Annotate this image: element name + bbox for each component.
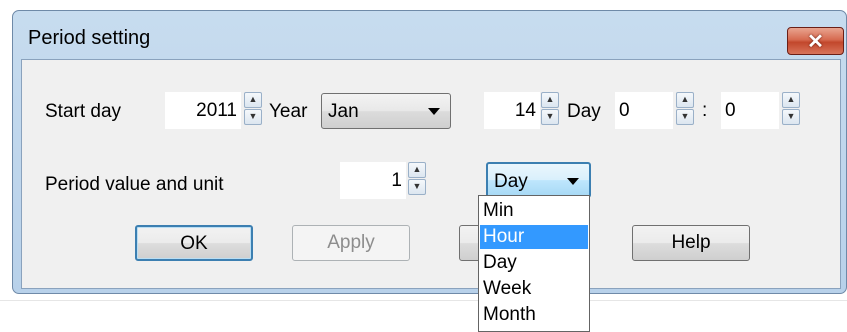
day-value: 14 [514, 100, 536, 121]
year-label: Year [269, 101, 308, 122]
period-value-input[interactable]: 1 [339, 161, 407, 200]
title-bar[interactable]: Period setting ✕ [13, 11, 846, 61]
minute-input[interactable]: 0 [720, 91, 780, 130]
period-spinner[interactable]: ▲ ▼ [408, 162, 428, 196]
period-down-icon[interactable]: ▼ [408, 179, 426, 195]
hour-spinner[interactable]: ▲ ▼ [676, 92, 696, 126]
period-up-icon[interactable]: ▲ [408, 162, 426, 178]
hour-up-icon[interactable]: ▲ [676, 92, 694, 108]
period-setting-dialog: Period setting ✕ Start day 2011 ▲ ▼ Year… [12, 10, 847, 294]
year-down-icon[interactable]: ▼ [244, 109, 262, 125]
day-label: Day [567, 101, 601, 122]
unit-select[interactable]: Day [486, 162, 591, 198]
minute-up-icon[interactable]: ▲ [782, 92, 800, 108]
dropdown-option-month[interactable]: Month [480, 303, 588, 327]
month-select[interactable]: Jan [321, 93, 451, 129]
apply-button[interactable]: Apply [292, 225, 410, 261]
year-value: 2011 [196, 100, 237, 121]
year-up-icon[interactable]: ▲ [244, 92, 262, 108]
chevron-down-icon [567, 178, 579, 185]
time-separator: : [702, 100, 708, 121]
minute-spinner[interactable]: ▲ ▼ [782, 92, 802, 126]
window-title: Period setting [28, 27, 151, 49]
dialog-content: Start day 2011 ▲ ▼ Year Jan 14 ▲ ▼ Day 0… [21, 59, 841, 289]
divider [0, 300, 847, 301]
close-icon: ✕ [807, 31, 824, 53]
chevron-down-icon [428, 108, 440, 115]
month-value: Jan [328, 101, 359, 122]
day-input[interactable]: 14 [483, 91, 541, 130]
start-day-label: Start day [45, 101, 122, 122]
unit-value: Day [494, 171, 528, 192]
day-up-icon[interactable]: ▲ [541, 92, 559, 108]
period-label: Period value and unit [45, 174, 224, 195]
dropdown-option-week[interactable]: Week [480, 277, 588, 301]
hour-value: 0 [619, 100, 630, 121]
year-spinner[interactable]: ▲ ▼ [244, 92, 264, 126]
year-input[interactable]: 2011 [164, 91, 242, 130]
hour-down-icon[interactable]: ▼ [676, 109, 694, 125]
help-button[interactable]: Help [632, 225, 750, 261]
day-down-icon[interactable]: ▼ [541, 109, 559, 125]
hour-input[interactable]: 0 [614, 91, 674, 130]
dropdown-option-min[interactable]: Min [480, 199, 588, 223]
ok-button[interactable]: OK [135, 225, 253, 261]
dropdown-option-day[interactable]: Day [480, 251, 588, 275]
close-button[interactable]: ✕ [787, 27, 844, 55]
minute-down-icon[interactable]: ▼ [782, 109, 800, 125]
minute-value: 0 [725, 100, 736, 121]
dropdown-option-hour[interactable]: Hour [480, 225, 588, 249]
period-value: 1 [391, 170, 402, 191]
day-spinner[interactable]: ▲ ▼ [541, 92, 561, 126]
unit-dropdown-list[interactable]: Min Hour Day Week Month [478, 195, 590, 332]
